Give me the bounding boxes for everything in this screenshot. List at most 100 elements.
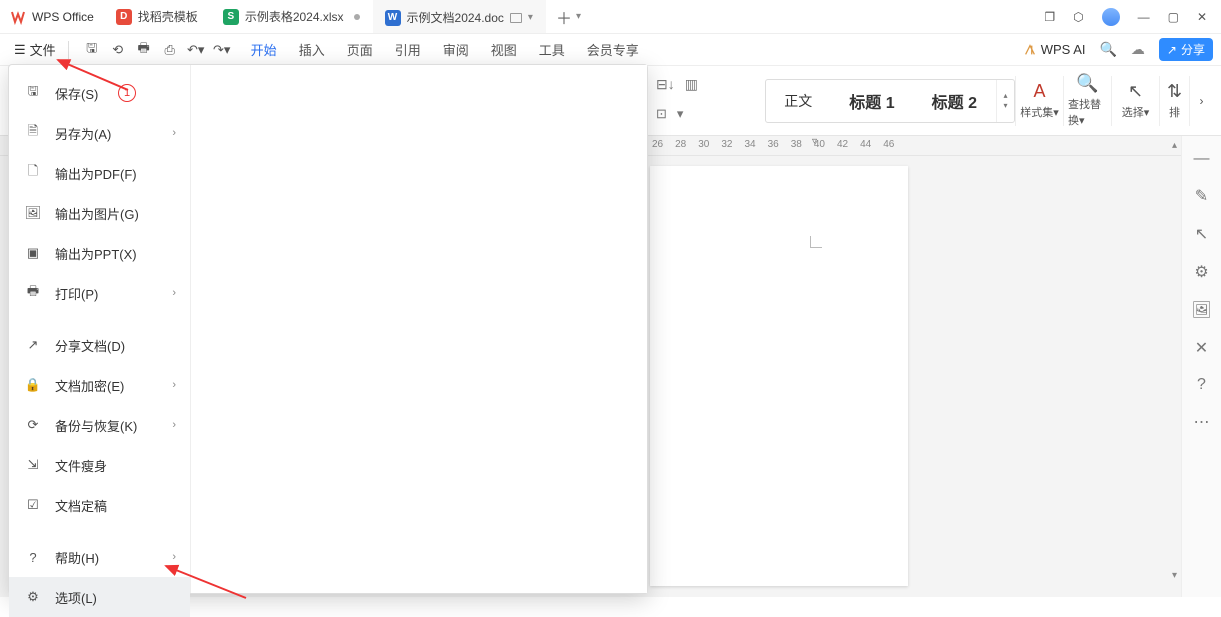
file-menu-button[interactable]: ☰ 文件 <box>8 38 62 61</box>
select-button[interactable]: ↖ 选择▾ <box>1111 76 1159 126</box>
ruler-numbers: 26 28 30 32 34 36 38 40 42 44 46 <box>652 139 894 150</box>
ppt-icon: ▣ <box>23 243 43 263</box>
menu-finalize[interactable]: ☑ 文档定稿 <box>9 485 190 525</box>
ruler-num: 38 <box>791 139 802 150</box>
stamp-icon: ☑ <box>23 495 43 515</box>
cursor-icon: ↖ <box>1128 81 1143 102</box>
chevron-right-icon: › <box>172 379 176 391</box>
tab-template[interactable]: D 找稻壳模板 <box>104 0 211 33</box>
minimize-button[interactable]: — <box>1138 10 1150 24</box>
style-heading1[interactable]: 标题 1 <box>831 80 913 122</box>
menu-export-pdf[interactable]: 🗋 输出为PDF(F) <box>9 153 190 193</box>
wps-ai-button[interactable]: WPS AI <box>1023 42 1086 57</box>
ruler-icon[interactable]: ⊡ <box>656 106 667 122</box>
menu-save[interactable]: 🖫 保存(S) <box>9 73 190 113</box>
scroll-up-icon[interactable]: ▴ <box>1172 140 1177 151</box>
pen-icon[interactable]: ✎ <box>1195 186 1208 206</box>
menu-print[interactable]: 🖶 打印(P) › <box>9 273 190 313</box>
style-heading2[interactable]: 标题 2 <box>914 80 996 122</box>
cube-icon[interactable]: ⬡ <box>1073 10 1083 24</box>
tab-label: 找稻壳模板 <box>138 8 198 25</box>
style-more-button[interactable]: ▴▾ <box>996 80 1014 122</box>
share-icon: ↗ <box>23 335 43 355</box>
sliders-icon[interactable]: ⚙ <box>1194 262 1208 282</box>
ruler-marker-icon[interactable]: ▿ <box>812 136 817 147</box>
tab-label: 示例文档2024.doc <box>407 9 504 26</box>
tab-document[interactable]: W 示例文档2024.doc ▾ <box>373 0 546 33</box>
preview-icon[interactable]: ⎙ <box>161 41 179 59</box>
tab-review[interactable]: 审阅 <box>443 40 469 59</box>
menu-label: 另存为(A) <box>55 124 111 143</box>
gear-icon: ⚙ <box>23 587 43 607</box>
tab-page[interactable]: 页面 <box>347 40 373 59</box>
print-icon[interactable]: 🖶 <box>135 41 153 59</box>
tab-view[interactable]: 视图 <box>491 40 517 59</box>
tab-reference[interactable]: 引用 <box>395 40 421 59</box>
tab-member[interactable]: 会员专享 <box>587 40 639 59</box>
columns-icon[interactable]: ▥ <box>685 76 698 93</box>
avatar[interactable] <box>1102 8 1120 26</box>
menu-export-ppt[interactable]: ▣ 输出为PPT(X) <box>9 233 190 273</box>
new-tab-button[interactable]: ＋ ▾ <box>546 0 591 33</box>
file-menu-list: 🖫 保存(S) 🗎 另存为(A) › 🗋 输出为PDF(F) 🖼 输出为图片(G… <box>9 65 191 593</box>
menu-options[interactable]: ⚙ 选项(L) <box>9 577 190 617</box>
undo-icon[interactable]: ↶▾ <box>187 41 205 59</box>
menu-share-doc[interactable]: ↗ 分享文档(D) <box>9 325 190 365</box>
tab-spreadsheet[interactable]: S 示例表格2024.xlsx <box>211 0 373 33</box>
chevron-down-icon: ▾ <box>528 12 533 23</box>
help-icon[interactable]: ? <box>1197 376 1206 394</box>
save-icon[interactable]: 🖫 <box>83 41 101 59</box>
maximize-button[interactable]: ▢ <box>1168 10 1179 24</box>
window-copy-icon[interactable]: ❐ <box>1044 10 1055 24</box>
document-tabs: D 找稻壳模板 S 示例表格2024.xlsx W 示例文档2024.doc ▾… <box>104 0 1031 33</box>
arrange-button[interactable]: ⇅ 排 <box>1159 76 1189 126</box>
share-button[interactable]: ↗ 分享 <box>1159 38 1213 61</box>
minus-icon[interactable]: — <box>1194 150 1210 168</box>
menu-label: 输出为PDF(F) <box>55 164 137 183</box>
menu-encrypt[interactable]: 🔒 文档加密(E) › <box>9 365 190 405</box>
search-icon[interactable]: 🔍 <box>1099 41 1116 58</box>
tab-home[interactable]: 开始 <box>251 40 277 59</box>
tab-label: 示例表格2024.xlsx <box>245 8 344 25</box>
tab-insert[interactable]: 插入 <box>299 40 325 59</box>
tools-icon[interactable]: ✕ <box>1195 338 1208 358</box>
more-icon[interactable]: ⋯ <box>1194 412 1210 432</box>
cloud-icon[interactable]: ☁ <box>1131 41 1145 58</box>
ribbon-more-button[interactable]: › <box>1189 76 1213 126</box>
close-button[interactable]: ✕ <box>1197 10 1207 24</box>
indent-icon[interactable]: ⊟↓ <box>656 76 675 93</box>
writer-icon: W <box>385 10 401 26</box>
ruler-num: 28 <box>675 139 686 150</box>
document-page[interactable] <box>650 166 908 586</box>
styleset-icon: A <box>1033 81 1045 102</box>
redo-icon[interactable]: ↷▾ <box>213 41 231 59</box>
styleset-label: 样式集▾ <box>1020 104 1059 120</box>
chevron-right-icon: › <box>172 419 176 431</box>
styleset-button[interactable]: A 样式集▾ <box>1015 76 1063 126</box>
find-replace-button[interactable]: 🔍 查找替换▾ <box>1063 76 1111 126</box>
image-icon[interactable]: 🖼 <box>1191 300 1211 320</box>
find-label: 查找替换▾ <box>1068 96 1107 128</box>
menu-slim[interactable]: ⇲ 文件瘦身 <box>9 445 190 485</box>
sync-icon[interactable]: ⟲ <box>109 41 127 59</box>
quick-access: 🖫 ⟲ 🖶 ⎙ ↶▾ ↷▾ <box>83 41 231 59</box>
side-rail: — ✎ ↖ ⚙ 🖼 ✕ ? ⋯ <box>1181 136 1221 597</box>
menu-backup[interactable]: ⟳ 备份与恢复(K) › <box>9 405 190 445</box>
menu-save-as[interactable]: 🗎 另存为(A) › <box>9 113 190 153</box>
style-normal[interactable]: 正文 <box>766 80 831 122</box>
menu-export-image[interactable]: 🖼 输出为图片(G) <box>9 193 190 233</box>
cursor-icon[interactable]: ↖ <box>1195 224 1208 244</box>
scroll-down-icon[interactable]: ▾ <box>1172 570 1177 581</box>
tab-tools[interactable]: 工具 <box>539 40 565 59</box>
save-icon: 🖫 <box>23 83 43 103</box>
margin-corner-icon <box>810 236 822 248</box>
menu-label: 文档加密(E) <box>55 376 124 395</box>
menu-label: 输出为图片(G) <box>55 204 139 223</box>
menu-help[interactable]: ? 帮助(H) › <box>9 537 190 577</box>
dropdown-icon[interactable]: ▾ <box>677 106 684 122</box>
window-icon <box>510 13 522 23</box>
ribbon-misc-row2: ⊡ ▾ <box>656 106 683 122</box>
app-brand: WPS Office <box>0 0 104 33</box>
arrange-label: 排 <box>1169 104 1180 120</box>
ruler-num: 32 <box>721 139 732 150</box>
